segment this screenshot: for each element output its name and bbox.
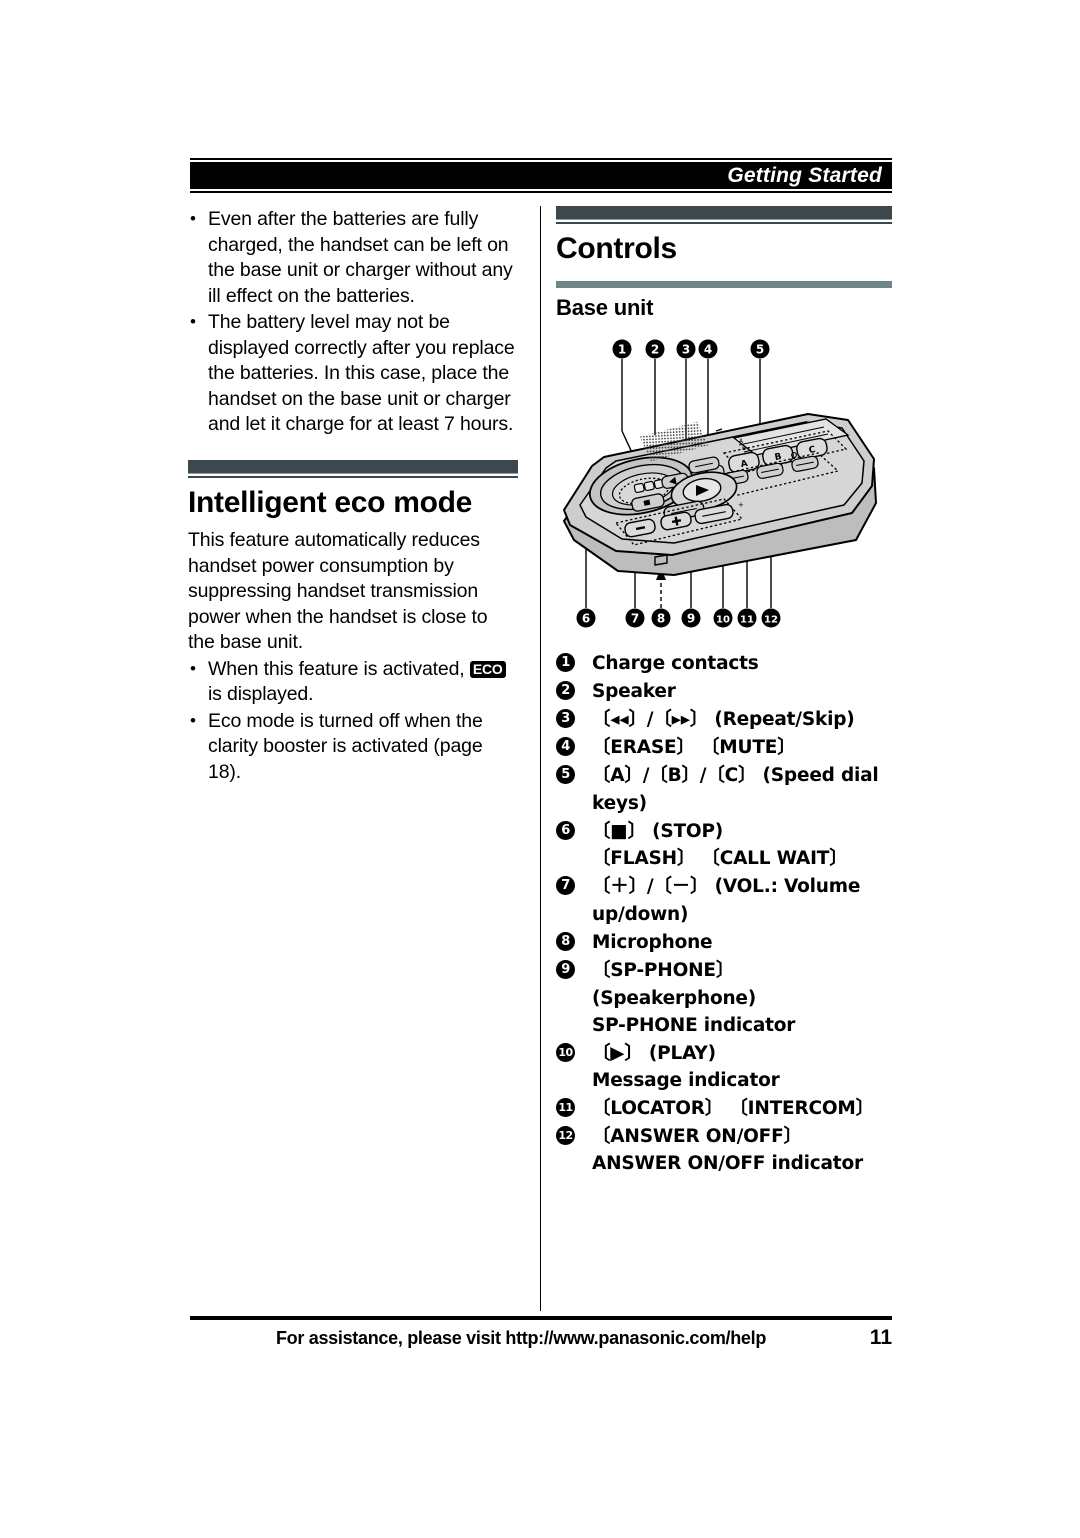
- callout-number: 1: [556, 652, 575, 672]
- callout-numbers-bottom: 6 7 8 9 10 11 12: [576, 608, 781, 627]
- heading-bar-dark: [188, 459, 518, 474]
- eco-note-after: is displayed.: [208, 683, 314, 705]
- left-column: Even after the batteries are fully charg…: [188, 206, 518, 785]
- callout-number: 5: [556, 764, 575, 784]
- svg-text:5: 5: [756, 342, 764, 356]
- control-label: Charge contacts: [592, 652, 759, 674]
- heading-bar-underline: [556, 222, 892, 224]
- footer-assistance-text: For assistance, please visit http://www.…: [275, 1328, 767, 1348]
- control-label: 〔＋〕/〔－〕 (VOL.: Volume up/down): [592, 875, 861, 925]
- running-head-rule-bottom: [190, 191, 892, 193]
- callout-number: 4: [556, 736, 575, 756]
- eco-description-paragraph: This feature automatically reduces hands…: [188, 529, 488, 653]
- callout-number: 11: [556, 1097, 575, 1117]
- page-footer: For assistance, please visit http://www.…: [190, 1316, 892, 1350]
- page-number: 11: [869, 1326, 892, 1349]
- running-head-title: Getting Started: [727, 164, 882, 187]
- control-sublabel: Message indicator: [592, 1069, 780, 1091]
- base-unit-body: A B C A B: [563, 412, 877, 576]
- base-unit-illustration: 1 2 3 4 5 6 7 8 9 10 11 12 A B A B C +: [563, 339, 877, 627]
- control-label: 〔SP-PHONE〕 (Speakerphone): [592, 959, 757, 1009]
- list-item: 7 〔＋〕/〔－〕 (VOL.: Volume up/down): [556, 872, 892, 928]
- eco-section-heading-block: Intelligent eco mode: [188, 459, 518, 521]
- control-label: 〔◂◂〕/〔▸▸〕 (Repeat/Skip): [592, 708, 855, 730]
- running-head-rule-top: [190, 158, 892, 160]
- heading-bar-dark: [556, 206, 892, 220]
- control-label: 〔A〕/〔B〕/〔C〕 (Speed dial keys): [592, 764, 879, 814]
- callout-number: 7: [556, 875, 575, 895]
- footer-row: For assistance, please visit http://www.…: [190, 1326, 892, 1350]
- page-title-controls: Controls: [556, 232, 677, 265]
- list-item: When this feature is activated, ECO is d…: [188, 656, 518, 708]
- svg-text:2: 2: [651, 342, 659, 356]
- microphone-notch: [654, 553, 668, 566]
- running-head: Getting Started: [190, 158, 892, 193]
- svg-text:12: 12: [764, 614, 778, 625]
- control-sublabel: SP-PHONE indicator: [592, 1014, 796, 1036]
- control-label: Microphone: [592, 931, 713, 953]
- battery-note-text: The battery level may not be displayed c…: [208, 311, 515, 435]
- list-item: 11 〔LOCATOR〕 〔INTERCOM〕: [556, 1094, 892, 1122]
- eco-notes-list: When this feature is activated, ECO is d…: [188, 656, 518, 786]
- list-item: 3 〔◂◂〕/〔▸▸〕 (Repeat/Skip): [556, 705, 892, 733]
- battery-notes-list: Even after the batteries are fully charg…: [188, 206, 518, 438]
- controls-legend-list: 1 Charge contacts 2 Speaker 3 〔◂◂〕/〔▸▸〕 …: [556, 649, 892, 1177]
- svg-text:10: 10: [716, 614, 730, 625]
- control-label: 〔ANSWER ON/OFF〕: [592, 1125, 802, 1147]
- control-label: 〔ERASE〕 〔MUTE〕: [592, 736, 796, 758]
- list-item: The battery level may not be displayed c…: [188, 309, 518, 438]
- list-item: 8 Microphone: [556, 928, 892, 956]
- list-item: 10 〔▶〕 (PLAY) Message indicator: [556, 1039, 892, 1094]
- svg-text:1: 1: [618, 342, 626, 356]
- subheading-base-unit: Base unit: [556, 294, 654, 320]
- list-item: Eco mode is turned off when the clarity …: [188, 708, 518, 786]
- svg-text:+: +: [738, 501, 744, 509]
- control-label: 〔LOCATOR〕 〔INTERCOM〕: [592, 1097, 874, 1119]
- svg-text:4: 4: [704, 342, 712, 356]
- control-sublabel: ANSWER ON/OFF indicator: [592, 1152, 863, 1174]
- svg-text:6: 6: [582, 611, 590, 625]
- eco-badge: ECO: [469, 660, 506, 678]
- base-unit-diagram: 1 2 3 4 5 6 7 8 9 10 11 12 A B A B C +: [556, 335, 892, 635]
- list-item: 6 〔■〕 (STOP) 〔FLASH〕 〔CALL WAIT〕: [556, 817, 892, 872]
- subheading-bar-light: [556, 280, 892, 288]
- right-column: Controls Base unit 1 2 3 4 5 6 7 8 9 10 …: [556, 206, 892, 1177]
- callout-number: 9: [556, 959, 575, 979]
- page-title-intelligent-eco-mode: Intelligent eco mode: [188, 485, 473, 519]
- list-item: 1 Charge contacts: [556, 649, 892, 677]
- svg-text:3: 3: [682, 342, 690, 356]
- callout-number: 2: [556, 680, 575, 700]
- list-item: Even after the batteries are fully charg…: [188, 206, 518, 309]
- list-item: 4 〔ERASE〕 〔MUTE〕: [556, 733, 892, 761]
- svg-text:7: 7: [631, 611, 639, 625]
- heading-bar-underline: [188, 475, 518, 478]
- control-sublabel: 〔FLASH〕 〔CALL WAIT〕: [592, 847, 848, 869]
- callout-number: 12: [556, 1125, 575, 1145]
- callout-number: 10: [556, 1042, 575, 1062]
- callout-number: 6: [556, 820, 575, 840]
- svg-text:8: 8: [657, 611, 665, 625]
- column-divider: [540, 206, 541, 1311]
- list-item: 5 〔A〕/〔B〕/〔C〕 (Speed dial keys): [556, 761, 892, 817]
- eco-note-before: When this feature is activated,: [208, 657, 465, 680]
- callout-number: 8: [556, 931, 575, 951]
- running-head-bar: Getting Started: [190, 162, 892, 189]
- control-label: 〔■〕 (STOP): [592, 820, 724, 842]
- manual-page: Getting Started Even after the batteries…: [0, 0, 1080, 1538]
- callout-numbers-top: 1 2 3 4 5: [612, 339, 770, 358]
- footer-rule: [190, 1316, 892, 1320]
- list-item: 12 〔ANSWER ON/OFF〕 ANSWER ON/OFF indicat…: [556, 1122, 892, 1177]
- callout-number: 3: [556, 708, 575, 728]
- controls-heading-block: Controls: [556, 206, 892, 267]
- list-item: 9 〔SP-PHONE〕 (Speakerphone) SP-PHONE ind…: [556, 956, 892, 1039]
- svg-text:9: 9: [687, 611, 695, 625]
- list-item: 2 Speaker: [556, 677, 892, 705]
- svg-text:11: 11: [740, 614, 754, 625]
- control-label: 〔▶〕 (PLAY): [592, 1042, 716, 1064]
- battery-note-text: Even after the batteries are fully charg…: [208, 208, 513, 307]
- control-label: Speaker: [592, 680, 676, 702]
- eco-note-text: Eco mode is turned off when the clarity …: [208, 709, 483, 783]
